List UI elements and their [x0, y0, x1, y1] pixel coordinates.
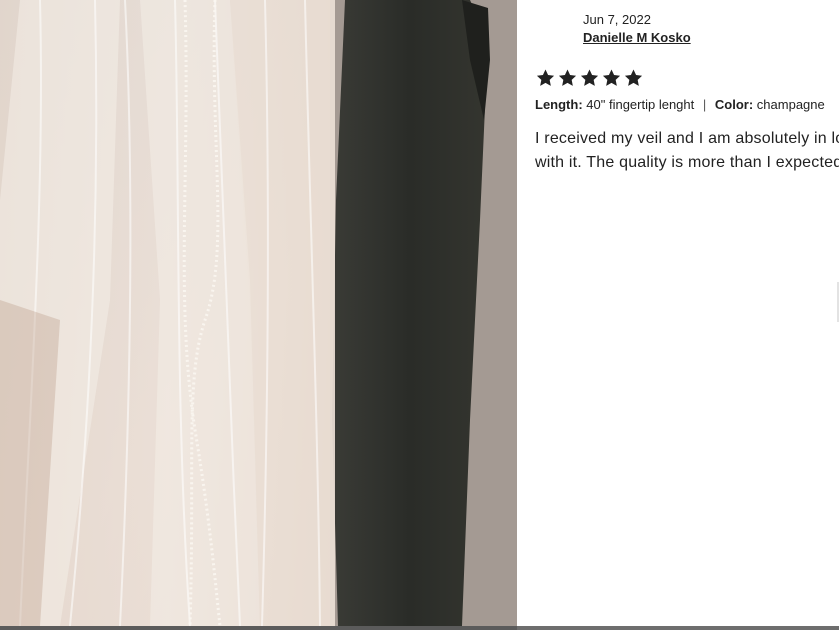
review-date: Jun 7, 2022	[583, 12, 651, 27]
variation-color-key: Color:	[714, 97, 754, 112]
star-icon	[602, 69, 621, 86]
variation-separator: |	[702, 97, 707, 112]
bottom-edge-bar	[0, 626, 839, 630]
review-text: I received my veil and I am absolutely i…	[535, 130, 839, 171]
review-meta: Jun 7, 2022 Danielle M Kosko	[583, 11, 691, 47]
star-icon	[558, 69, 577, 86]
review-photo[interactable]	[0, 0, 517, 626]
star-rating	[535, 68, 644, 88]
variation-color-value: champagne	[756, 97, 825, 112]
star-icon	[580, 69, 599, 86]
bridal-veil-photo	[0, 0, 517, 626]
variation-length-key: Length:	[535, 97, 583, 112]
review-variations: Length: 40" fingertip lenght | Color: ch…	[535, 96, 825, 113]
reviewer-name-link[interactable]: Danielle M Kosko	[583, 29, 691, 47]
review-panel: Jun 7, 2022 Danielle M Kosko Length: 40"…	[517, 0, 839, 626]
star-icon	[624, 69, 643, 86]
variation-length-value: 40" fingertip lenght	[586, 97, 695, 112]
star-icon	[536, 69, 555, 86]
bottom-edge-segment	[517, 626, 839, 630]
